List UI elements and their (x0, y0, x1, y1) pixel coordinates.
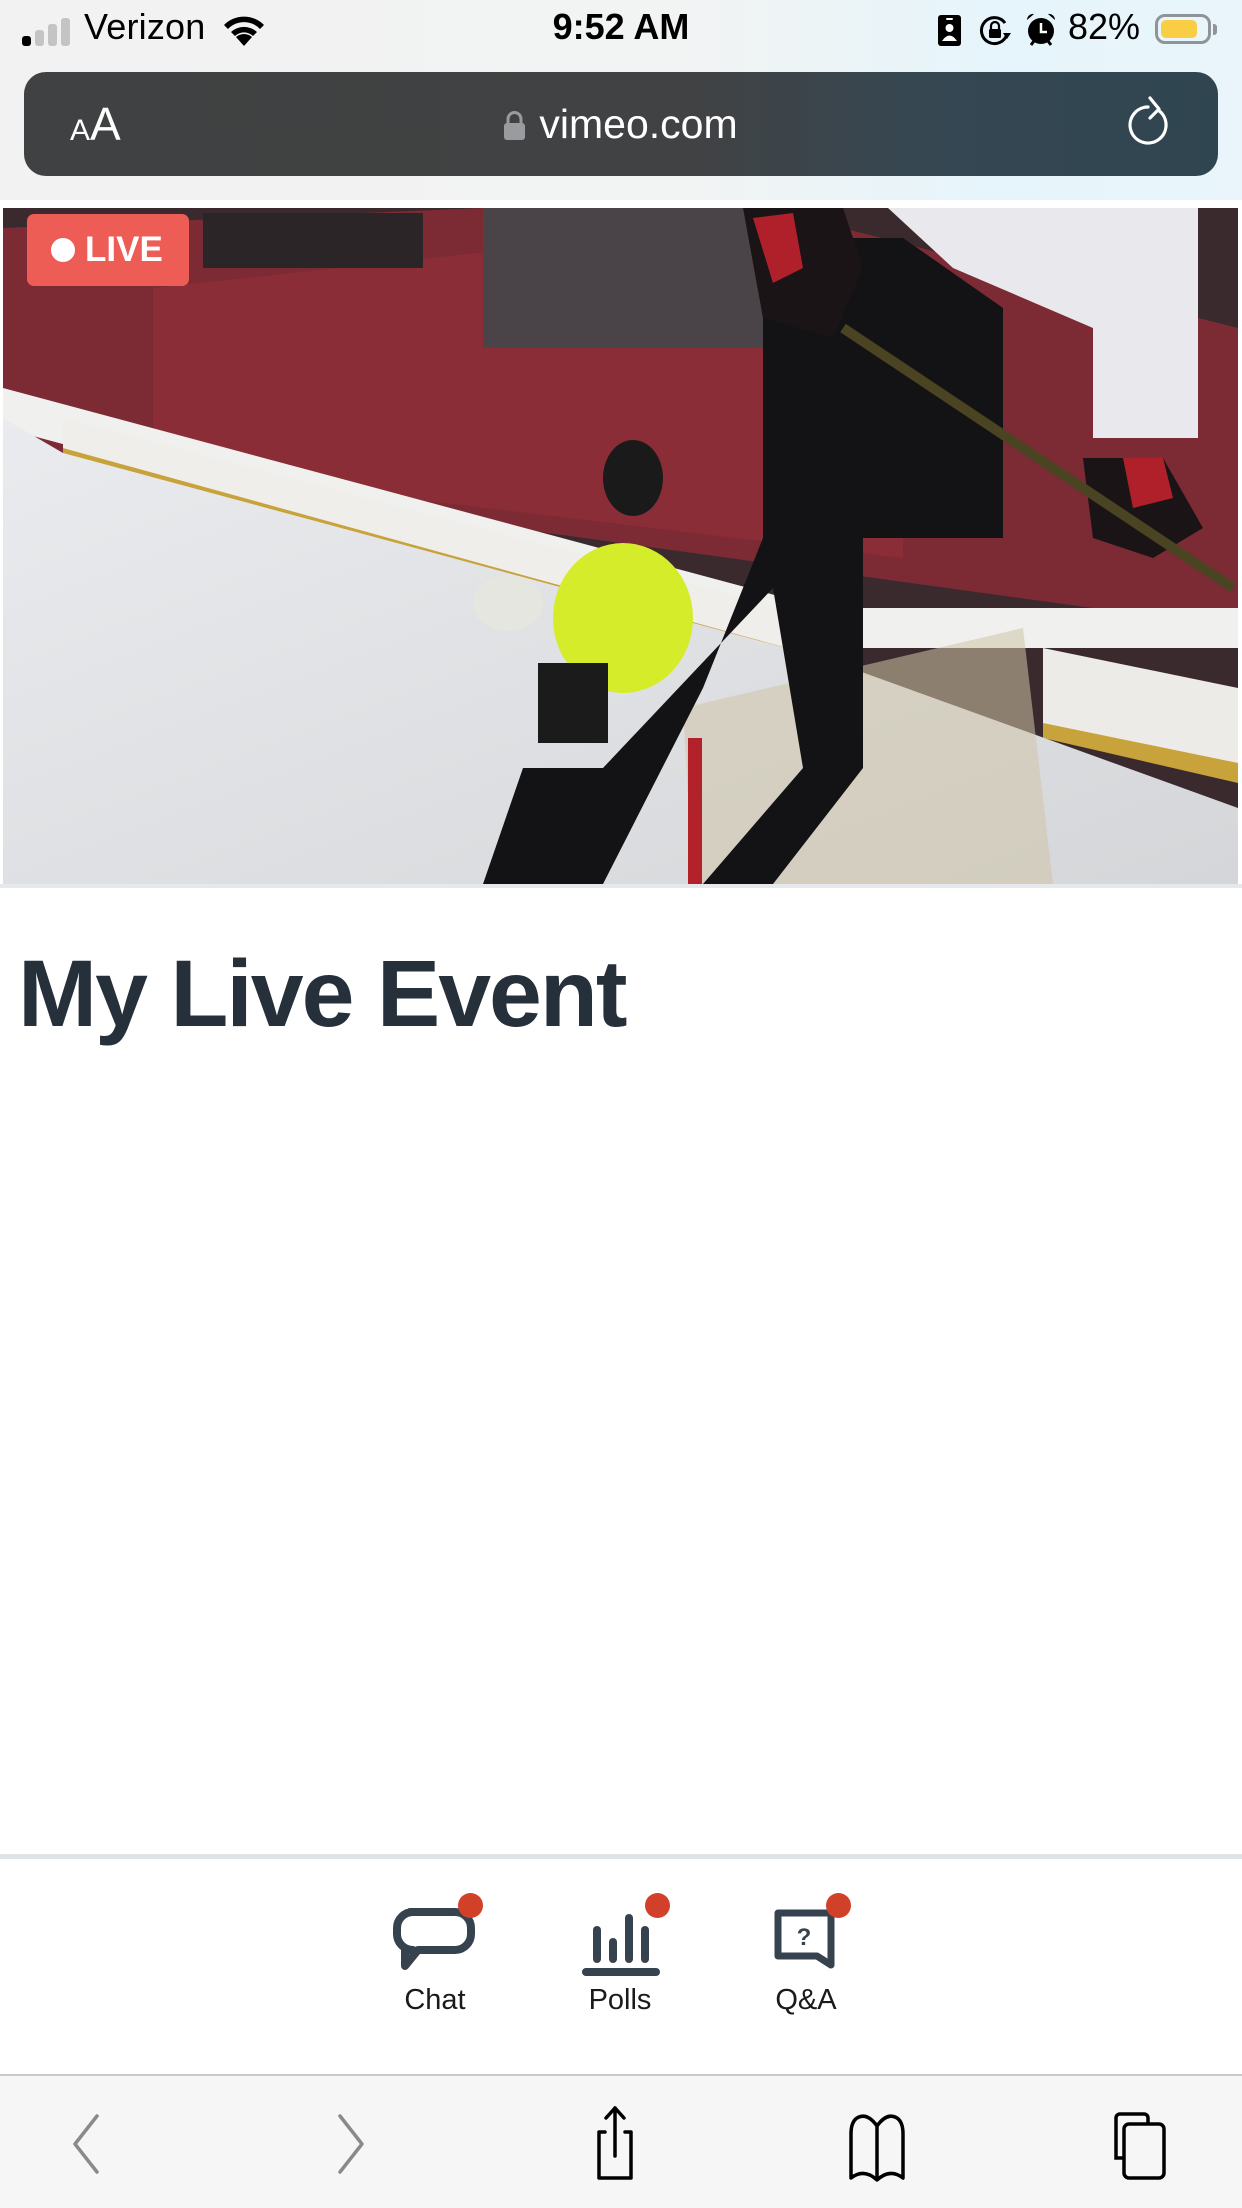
rotation-lock-icon (979, 16, 1011, 46)
bar-chart-icon (582, 1914, 660, 1976)
tabs-button[interactable] (1100, 2104, 1180, 2184)
url-text: vimeo.com (539, 101, 738, 147)
share-button[interactable] (575, 2104, 655, 2184)
bookmarks-button[interactable] (837, 2104, 917, 2184)
qa-notification-dot (826, 1893, 851, 1918)
chat-notification-dot (458, 1893, 483, 1918)
forward-button[interactable] (312, 2104, 392, 2184)
question-bubble-icon: ? (774, 1909, 835, 1969)
live-dot-icon (51, 238, 75, 262)
video-frame (3, 208, 1238, 884)
polls-notification-dot (645, 1893, 670, 1918)
live-badge: LIVE (27, 214, 189, 286)
event-title: My Live Event (18, 941, 628, 1047)
video-divider (0, 884, 1242, 888)
tab-qa-label: Q&A (775, 1984, 837, 2016)
contact-card-icon (938, 15, 961, 46)
video-player[interactable] (3, 208, 1238, 884)
reload-icon[interactable] (1122, 96, 1178, 152)
battery-cap (1213, 24, 1217, 35)
battery-level-fill (1161, 20, 1198, 38)
lock-icon (504, 98, 526, 140)
browser-toolbar (0, 2074, 1242, 2208)
alarm-icon (1026, 13, 1056, 46)
tab-polls-label: Polls (588, 1984, 652, 2016)
tabs-icon (1114, 2112, 1166, 2180)
share-icon (597, 2106, 633, 2180)
battery-percentage: 82% (1068, 6, 1141, 47)
chevron-right-icon (338, 2114, 364, 2174)
tab-qa[interactable]: ? Q&A (731, 1890, 881, 2030)
tabs-divider (0, 1854, 1242, 1859)
chevron-left-icon (73, 2114, 99, 2174)
chat-bubble-icon (393, 1908, 475, 1970)
battery-icon (1155, 14, 1211, 44)
live-label: LIVE (85, 230, 163, 269)
back-button[interactable] (45, 2104, 125, 2184)
tab-chat-label: Chat (404, 1984, 466, 2016)
svg-text:?: ? (797, 1924, 812, 1951)
url-field[interactable]: vimeo.com (24, 96, 1218, 152)
address-bar[interactable]: AA vimeo.com (24, 72, 1218, 176)
tab-polls[interactable]: Polls (545, 1890, 695, 2030)
tab-chat[interactable]: Chat (360, 1890, 510, 2030)
status-bar: Verizon 9:52 AM 82% AA vimeo.com (0, 0, 1242, 200)
book-icon (849, 2114, 905, 2182)
